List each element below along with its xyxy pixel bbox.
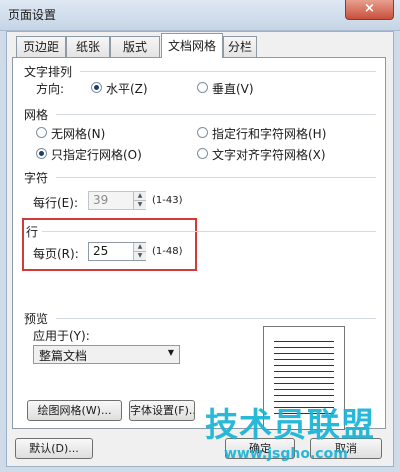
no-grid-radio[interactable] [36,127,47,138]
lines-heading: 行 [26,225,39,239]
text-direction-heading: 文字排列 [24,65,73,79]
line-and-char-grid-label[interactable]: 指定行和字符网格(H) [212,125,326,142]
char-align-grid-radio[interactable] [197,148,208,159]
tab-columns[interactable]: 分栏 [223,36,257,57]
divider [56,318,376,319]
drawing-grid-button[interactable]: 绘图网格(W)... [27,400,122,421]
divider [80,71,376,72]
dropdown-arrow-icon: ▼ [167,348,174,357]
line-and-char-grid-radio[interactable] [197,127,208,138]
char-align-grid-label[interactable]: 文字对齐字符网格(X) [212,146,326,163]
tab-layout[interactable]: 版式 [110,36,160,57]
preview-line [274,395,334,396]
spin-up-icon[interactable]: ▲ [133,243,146,252]
spin-down-icon[interactable]: ▼ [133,201,146,209]
close-button[interactable]: × [345,0,394,20]
horizontal-radio[interactable] [91,82,102,93]
apply-to-dropdown[interactable]: 整篇文档 ▼ [33,345,180,364]
chars-per-line-label: 每行(E): [33,196,78,210]
tab-paper[interactable]: 纸张 [66,36,110,57]
tab-margins[interactable]: 页边距 [16,36,66,57]
lines-per-page-label: 每页(R): [33,247,79,261]
preview-heading: 预览 [24,312,49,326]
line-grid-only-radio[interactable] [36,148,47,159]
vertical-radio-label[interactable]: 垂直(V) [212,80,254,97]
divider [56,177,376,178]
apply-to-value: 整篇文档 [39,349,88,363]
spin-up-icon[interactable]: ▲ [133,192,146,201]
preview-line [274,377,334,378]
chars-per-line-range: (1-43) [152,195,183,206]
divider [56,114,376,115]
preview-line [274,371,334,372]
font-settings-button[interactable]: 字体设置(F)... [129,400,195,421]
horizontal-radio-label[interactable]: 水平(Z) [106,80,148,97]
chars-per-line-spinner[interactable]: 39 ▲ ▼ [88,191,146,210]
preview-line [274,341,334,342]
preview-line [274,389,334,390]
lines-per-page-range: (1-48) [152,246,183,257]
direction-label: 方向: [36,82,65,96]
vertical-radio[interactable] [197,82,208,93]
preview-line [274,359,334,360]
characters-heading: 字符 [24,171,49,185]
preview-line [274,353,334,354]
line-grid-only-label[interactable]: 只指定行网格(O) [51,146,142,163]
default-button[interactable]: 默认(D)... [15,438,93,459]
window-title: 页面设置 [8,8,57,22]
tab-document-grid[interactable]: 文档网格 [161,33,223,58]
watermark-logo: 技术员联盟 [205,405,375,444]
grid-heading: 网格 [24,108,49,122]
preview-line [274,347,334,348]
lines-per-page-spinner[interactable]: 25 ▲ ▼ [88,242,146,261]
divider [42,231,376,232]
apply-to-label: 应用于(Y): [33,329,90,343]
preview-line [274,383,334,384]
chars-per-line-value: 39 [93,193,109,207]
spin-down-icon[interactable]: ▼ [133,252,146,260]
lines-per-page-value[interactable]: 25 [93,244,108,258]
no-grid-label[interactable]: 无网格(N) [51,125,105,142]
watermark-url: www.jsgho.com [224,446,348,462]
preview-line [274,365,334,366]
title-bar [0,0,400,31]
